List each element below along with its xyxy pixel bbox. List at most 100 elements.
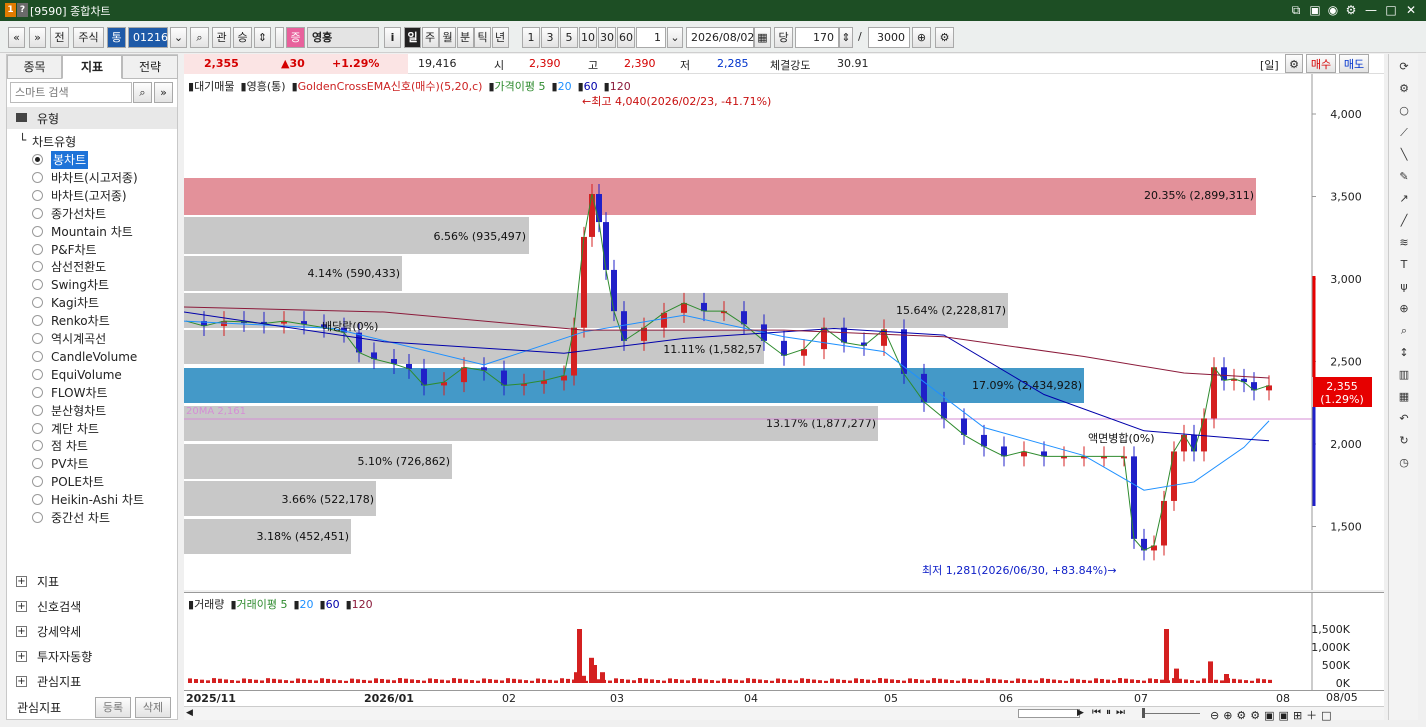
volume-legend-item[interactable]: ▮거래량 xyxy=(188,598,224,611)
chart-type-item[interactable]: Mountain 차트 xyxy=(51,223,133,241)
chart-type-item[interactable]: 계단 차트 xyxy=(51,420,99,438)
before-button[interactable]: 전 xyxy=(50,27,69,48)
stock-code-input[interactable]: 012160 xyxy=(128,27,175,48)
chart-type-radio[interactable] xyxy=(32,333,43,344)
tab-strategy[interactable]: 전략 xyxy=(122,55,178,79)
expand-plus-icon[interactable]: + xyxy=(16,626,27,637)
sell-button[interactable]: 매도 xyxy=(1339,54,1369,73)
minute-10[interactable]: 10 xyxy=(579,27,597,48)
tab-stocks[interactable]: 종목 xyxy=(7,55,62,79)
zoom-controls[interactable]: ⊖⊕⚙⚙▣▣⊞＋□ xyxy=(1210,707,1336,723)
line-icon[interactable]: ╲ xyxy=(1395,146,1413,164)
chart-type-radio[interactable] xyxy=(32,386,43,398)
minute-1[interactable]: 1 xyxy=(522,27,540,48)
tong-button[interactable]: 통 xyxy=(107,27,126,48)
pen-icon[interactable]: ✎ xyxy=(1395,168,1413,186)
period-3[interactable]: 분 xyxy=(456,27,474,48)
chart-scrollbar[interactable]: ◀ ▶ ⏮⏸⏭ ⊖⊕⚙⚙▣▣⊞＋□ xyxy=(184,706,1384,723)
ray-icon[interactable]: ↗ xyxy=(1395,190,1413,208)
expand-plus-icon[interactable]: + xyxy=(16,576,27,587)
volume-legend-item[interactable]: ▮거래이평 5 xyxy=(230,598,287,611)
dang-button[interactable]: 당 xyxy=(774,27,793,48)
close-icon[interactable]: ✕ xyxy=(1403,2,1419,18)
scroll-right-icon[interactable]: ▶ xyxy=(1077,708,1084,718)
chart-type-item[interactable]: Heikin-Ashi 차트 xyxy=(51,491,144,509)
chart-settings-icon[interactable]: ⚙ xyxy=(1285,54,1303,73)
delete-button[interactable]: 삭제 xyxy=(135,697,171,718)
chart-type-item[interactable]: 역시계곡선 xyxy=(51,330,106,348)
link-icon[interactable]: ⧉ xyxy=(1288,2,1304,18)
nav-prev-button[interactable]: « xyxy=(8,27,25,48)
section-item[interactable]: 신호검색 xyxy=(37,598,81,615)
chart-type-item[interactable]: 바차트(고저종) xyxy=(51,187,127,205)
expand-icon[interactable]: » xyxy=(154,82,173,103)
legend-item[interactable]: ▮20 xyxy=(552,80,572,93)
camera-icon[interactable]: ◉ xyxy=(1325,2,1341,18)
code-dropdown-icon[interactable]: ⌄ xyxy=(170,27,187,48)
gwan-button[interactable]: 관 xyxy=(212,27,231,48)
interval-input[interactable]: 1 xyxy=(636,27,666,48)
calendar-icon[interactable]: ▦ xyxy=(754,27,771,48)
circle-icon[interactable]: ○ xyxy=(1395,102,1413,120)
chart-type-radio[interactable] xyxy=(32,154,43,165)
bars-icon[interactable]: ▥ xyxy=(1395,366,1413,384)
chart-type-radio[interactable] xyxy=(32,350,43,362)
section-item[interactable]: 관심지표 xyxy=(37,673,81,690)
legend-item[interactable]: ▮대기매물 xyxy=(188,80,235,93)
minute-60[interactable]: 60 xyxy=(617,27,635,48)
period-5[interactable]: 년 xyxy=(491,27,509,48)
buy-button[interactable]: 매수 xyxy=(1306,54,1336,73)
zoom-icon[interactable]: ⊕ xyxy=(1395,300,1413,318)
chart-type-item[interactable]: 바차트(시고저종) xyxy=(51,169,138,187)
chart-type-radio[interactable] xyxy=(32,243,43,255)
period-0[interactable]: 일 xyxy=(404,27,421,48)
settings-icon[interactable]: ⚙ xyxy=(1343,2,1359,18)
tab-indicators[interactable]: 지표 xyxy=(62,55,122,79)
zoom-slider-track[interactable] xyxy=(1142,713,1200,714)
auto-icon[interactable]: ≋ xyxy=(1395,234,1413,252)
minute-30[interactable]: 30 xyxy=(598,27,616,48)
minute-3[interactable]: 3 xyxy=(541,27,559,48)
stepper-icon[interactable]: ⇕ xyxy=(254,27,271,48)
refresh2-icon[interactable]: ↻ xyxy=(1395,432,1413,450)
chart-type-radio[interactable] xyxy=(32,404,43,416)
expand-plus-icon[interactable]: + xyxy=(16,601,27,612)
legend-item[interactable]: ▮GoldenCrossEMA신호(매수)(5,20,c) xyxy=(292,80,483,93)
chart-type-item[interactable]: FLOW차트 xyxy=(51,384,108,402)
expand-plus-icon[interactable]: + xyxy=(16,676,27,687)
chart-type-item[interactable]: 점 차트 xyxy=(51,437,88,455)
chart-type-item[interactable]: 삼선전환도 xyxy=(51,258,106,276)
count-stepper-icon[interactable]: ⇕ xyxy=(839,27,853,48)
interval-dropdown-icon[interactable]: ⌄ xyxy=(667,27,683,48)
chart-type-radio[interactable] xyxy=(32,458,43,470)
minute-5[interactable]: 5 xyxy=(560,27,578,48)
legend-item[interactable]: ▮60 xyxy=(578,80,598,93)
info-button[interactable]: i xyxy=(384,27,401,48)
period-1[interactable]: 주 xyxy=(421,27,439,48)
period-4[interactable]: 틱 xyxy=(474,27,491,48)
window-icon[interactable]: ▣ xyxy=(1307,2,1323,18)
chart-type-item[interactable]: 종가선차트 xyxy=(51,205,106,223)
chart-type-item[interactable]: P&F차트 xyxy=(51,241,97,259)
volume-legend-item[interactable]: ▮60 xyxy=(320,598,340,611)
slash-icon[interactable]: ╱ xyxy=(1395,212,1413,230)
timer-icon[interactable]: ◷ xyxy=(1395,454,1413,472)
help-icon[interactable]: ? xyxy=(17,3,28,17)
chart-type-radio[interactable] xyxy=(32,171,43,183)
chart-type-item[interactable]: Kagi차트 xyxy=(51,294,99,312)
chart-type-item[interactable]: CandleVolume xyxy=(51,348,137,366)
chart-type-item[interactable]: 봉차트 xyxy=(51,151,89,169)
refresh-icon[interactable]: ⟳ xyxy=(1395,58,1413,76)
volume-legend-item[interactable]: ▮120 xyxy=(346,598,373,611)
seung-button[interactable]: 승 xyxy=(233,27,252,48)
register-button[interactable]: 등록 xyxy=(95,697,131,718)
chart-type-item[interactable]: PV차트 xyxy=(51,455,89,473)
maximize-icon[interactable]: □ xyxy=(1383,2,1399,18)
chart-type-radio[interactable] xyxy=(32,279,43,291)
date-input[interactable]: 2026/08/02 xyxy=(686,27,754,48)
chart-type-radio[interactable] xyxy=(32,440,43,452)
chart-type-item[interactable]: 중간선 차트 xyxy=(51,509,110,527)
type-header[interactable]: 유형 xyxy=(7,107,177,129)
chart-type-radio[interactable] xyxy=(32,422,43,434)
legend-item[interactable]: ▮가격이평 5 xyxy=(488,80,545,93)
